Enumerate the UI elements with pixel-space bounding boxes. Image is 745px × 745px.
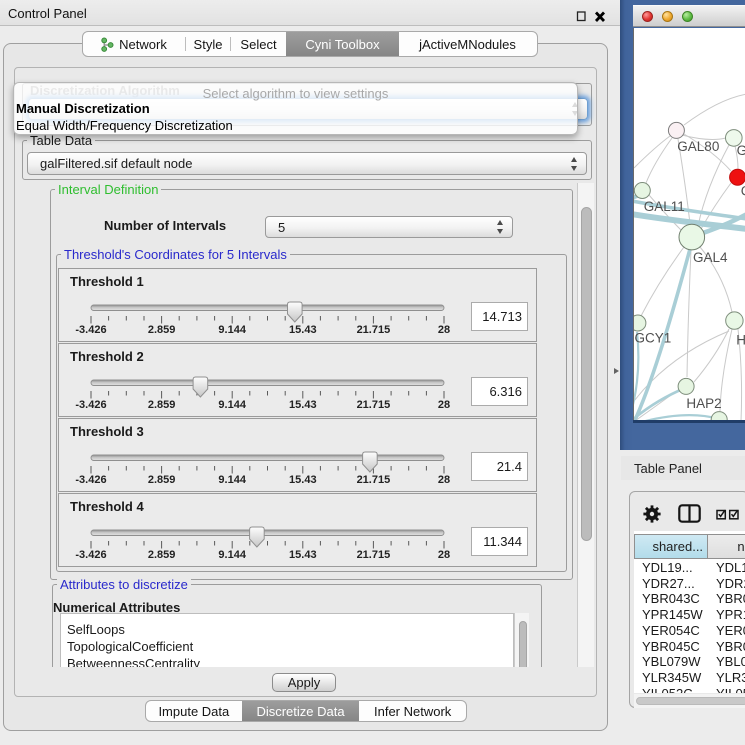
svg-text:21.715: 21.715 [357,324,391,336]
svg-text:15.43: 15.43 [289,324,317,336]
svg-text:2.859: 2.859 [148,549,176,561]
svg-text:2.859: 2.859 [148,474,176,486]
svg-text:9.144: 9.144 [218,474,246,486]
svg-text:21.715: 21.715 [357,549,391,561]
svg-text:-3.426: -3.426 [75,324,106,336]
svg-text:2.859: 2.859 [148,399,176,411]
svg-text:28: 28 [438,474,450,486]
svg-text:28: 28 [438,399,450,411]
svg-text:9.144: 9.144 [218,549,246,561]
svg-text:CO: CO [741,183,745,198]
svg-text:-3.426: -3.426 [75,474,106,486]
svg-text:GAL4: GAL4 [693,250,728,265]
svg-text:9.144: 9.144 [218,399,246,411]
svg-text:15.43: 15.43 [289,474,317,486]
svg-text:HAP2: HAP2 [686,396,721,411]
svg-text:-3.426: -3.426 [75,399,106,411]
svg-text:21.715: 21.715 [357,399,391,411]
svg-text:HA: HA [736,333,745,348]
svg-text:15.43: 15.43 [289,399,317,411]
svg-text:9.144: 9.144 [218,324,246,336]
svg-text:GAL: GAL [737,143,745,158]
svg-text:28: 28 [438,549,450,561]
svg-text:2.859: 2.859 [148,324,176,336]
svg-text:GAL11: GAL11 [644,199,685,214]
svg-text:28: 28 [438,324,450,336]
svg-text:GCY1: GCY1 [635,331,672,346]
svg-text:-3.426: -3.426 [75,549,106,561]
svg-text:15.43: 15.43 [289,549,317,561]
svg-text:GAL80: GAL80 [677,139,719,154]
svg-text:21.715: 21.715 [357,474,391,486]
